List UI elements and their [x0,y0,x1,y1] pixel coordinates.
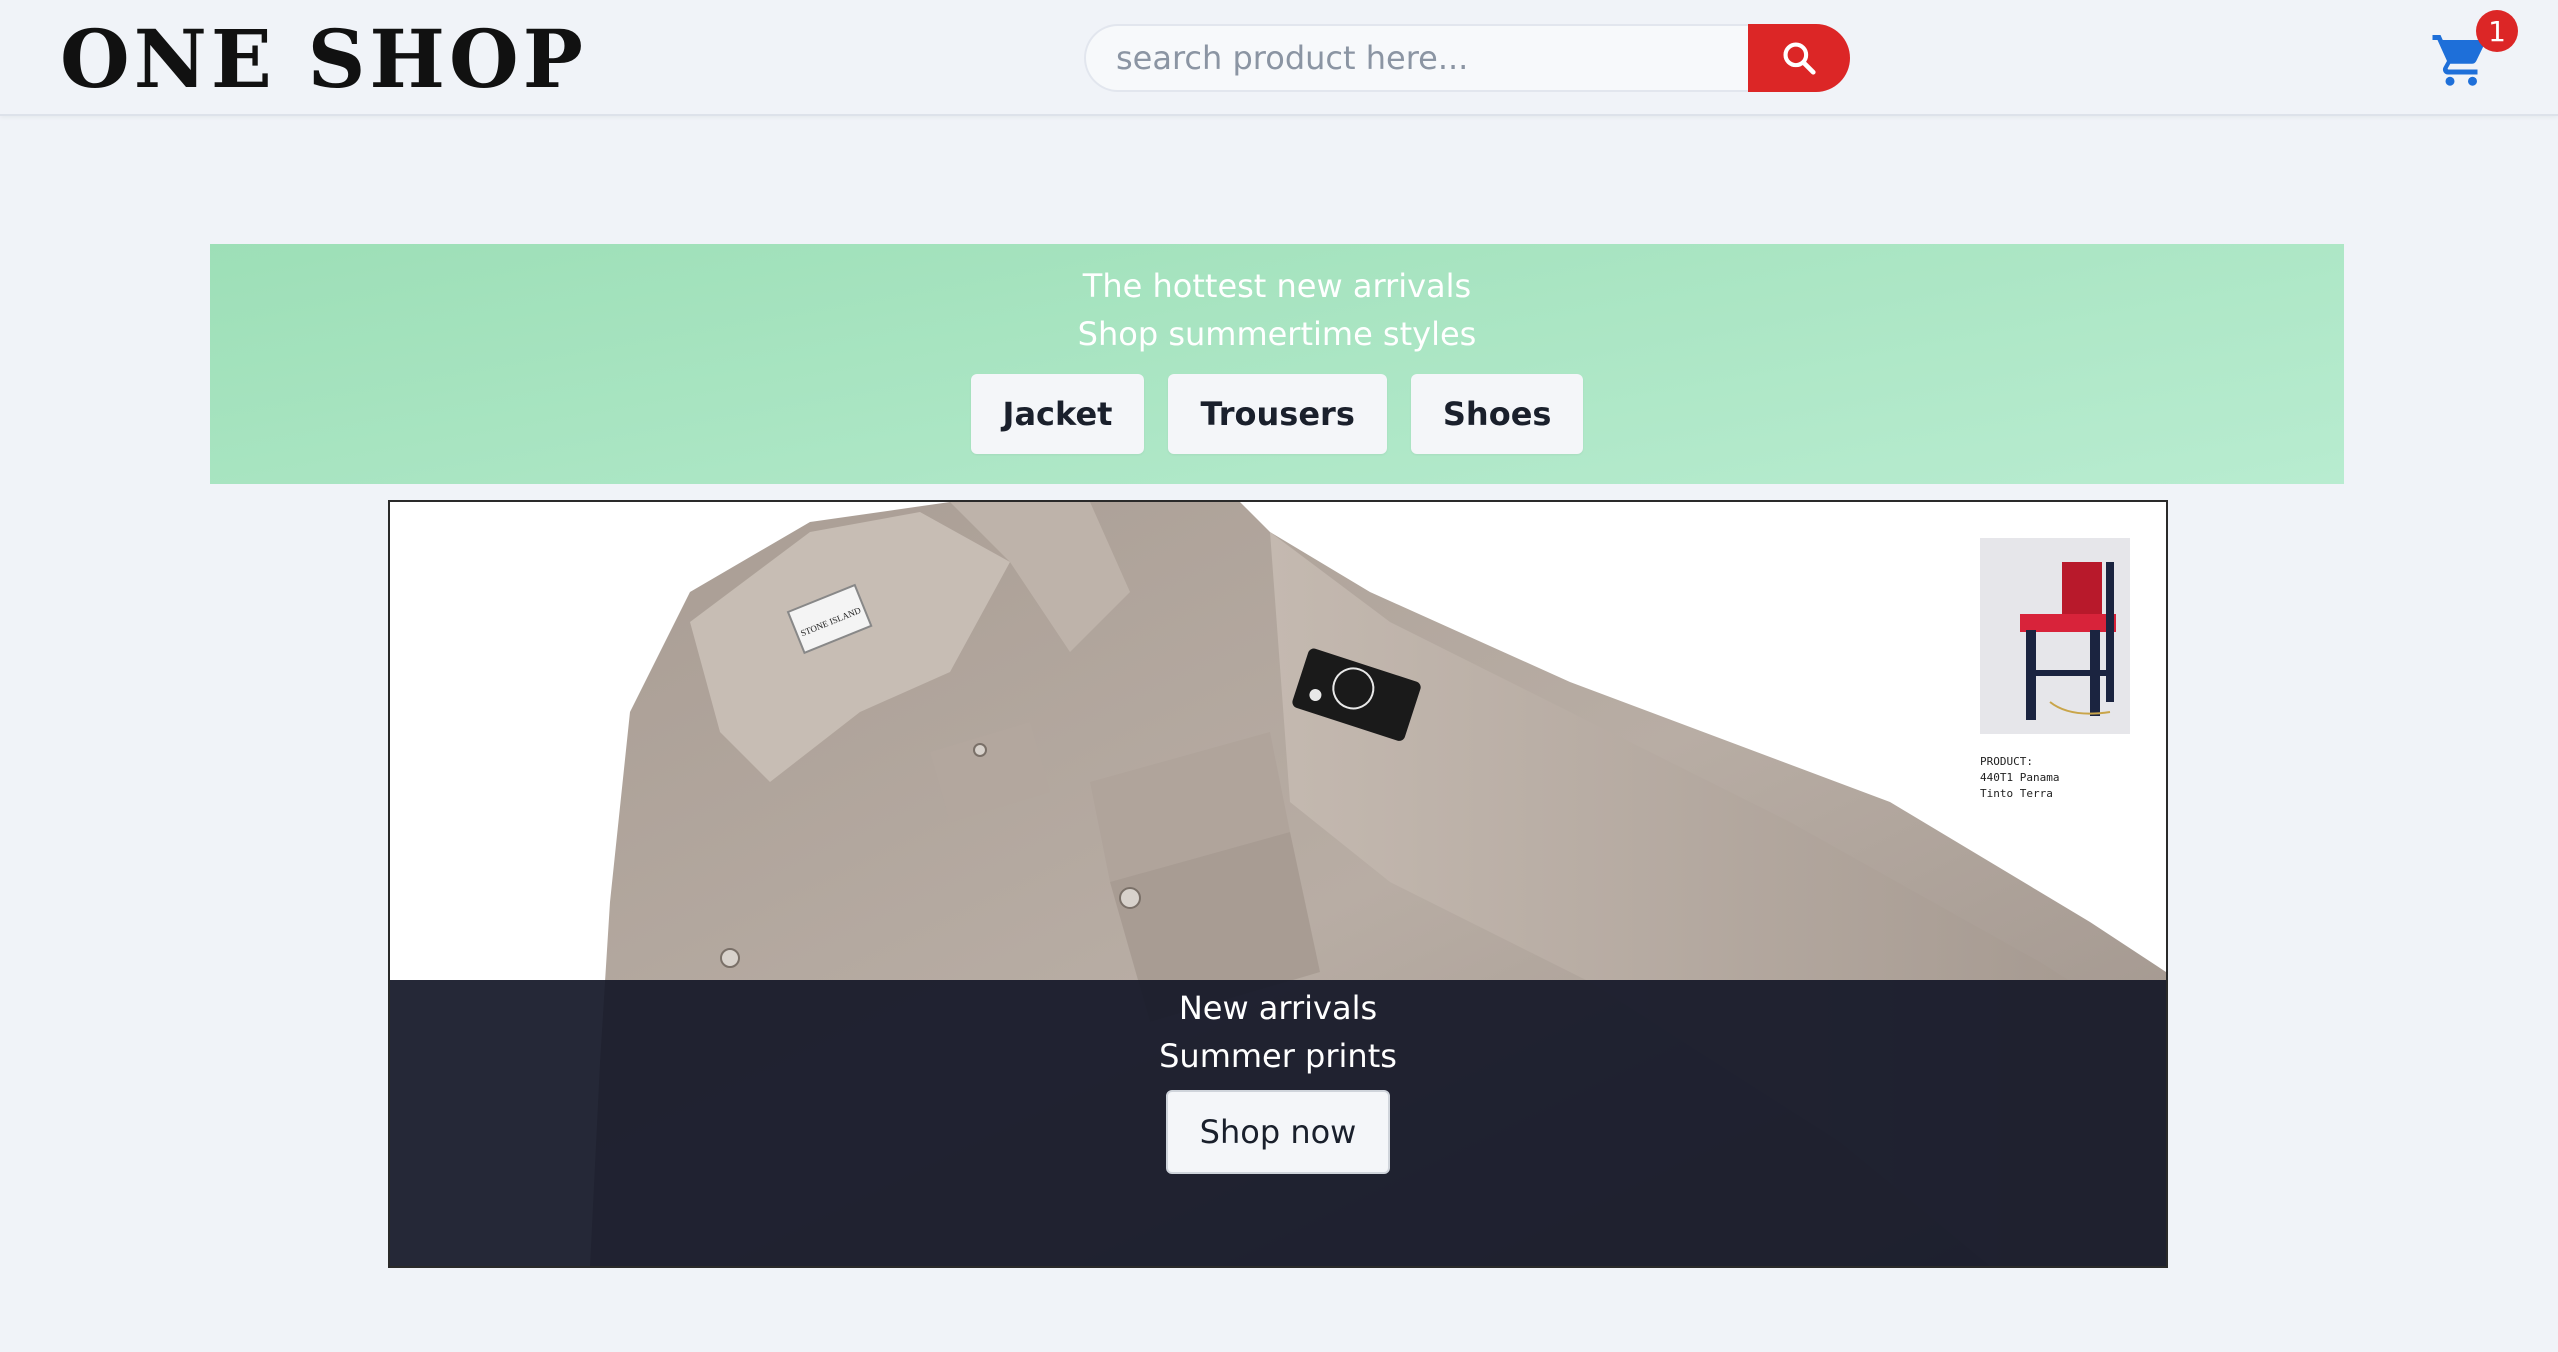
site-logo[interactable]: ONE SHOP [60,14,587,104]
promo-banner: The hottest new arrivals Shop summertime… [210,244,2344,484]
shop-now-button[interactable]: Shop now [1165,1090,1391,1174]
category-trousers-button[interactable]: Trousers [1168,374,1387,454]
category-jacket-button[interactable]: Jacket [970,374,1145,454]
product-caption: PRODUCT: 440T1 Panama Tinto Terra [1980,754,2059,802]
product-caption-label: PRODUCT: [1980,755,2033,768]
search-bar [1084,24,1850,92]
search-input[interactable] [1084,24,1764,92]
top-header: ONE SHOP 1 [0,0,2558,116]
hero-banner: STONE ISLAND PRODUCT: 440T1 Panama Tinto… [388,500,2168,1268]
promo-headline: The hottest new arrivals [1082,267,1472,305]
search-icon [1783,42,1816,75]
hero-overlay: New arrivals Summer prints Shop now [390,980,2166,1266]
promo-subheadline: Shop summertime styles [1077,315,1477,353]
category-buttons: Jacket Trousers Shoes [210,374,2344,454]
cart-count-badge: 1 [2476,10,2518,52]
product-caption-code: 440T1 Panama [1980,771,2060,784]
hero-subtitle: Summer prints [1159,1037,1397,1075]
product-caption-color: Tinto Terra [1980,787,2053,800]
category-shoes-button[interactable]: Shoes [1410,374,1584,454]
hero-title: New arrivals [1178,989,1378,1027]
search-button[interactable] [1748,24,1850,92]
